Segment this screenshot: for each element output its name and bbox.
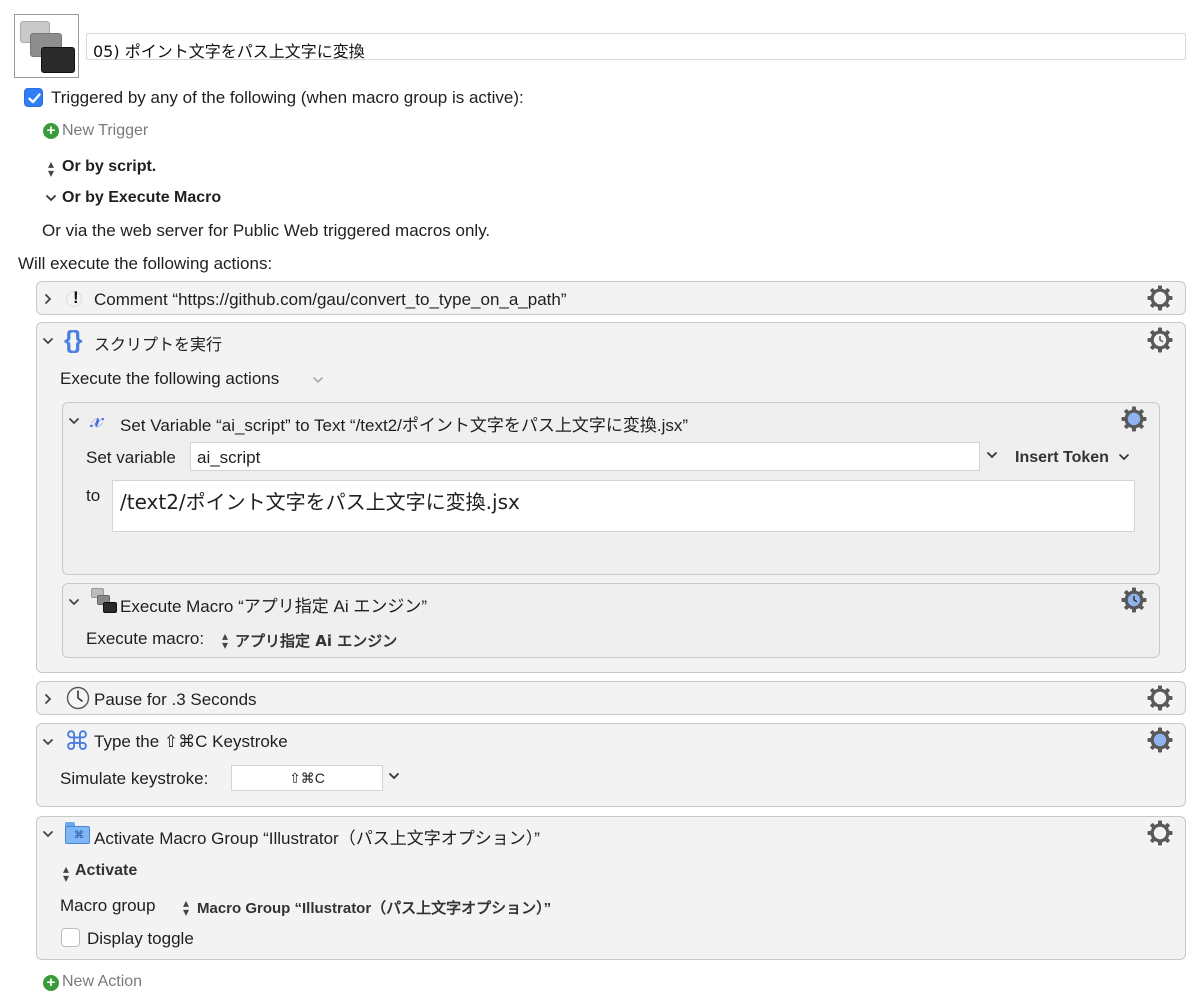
updown-icon[interactable]: ▴ ▾ xyxy=(180,897,192,918)
chevron-down-icon[interactable] xyxy=(41,735,55,749)
macro-icon[interactable] xyxy=(14,14,79,78)
activate-mode-select[interactable]: Activate xyxy=(75,862,137,880)
actions-heading: Will execute the following actions: xyxy=(18,254,273,273)
triggered-label: Triggered by any of the following (when … xyxy=(51,88,524,107)
display-toggle-label: Display toggle xyxy=(87,929,194,948)
chevron-down-icon[interactable] xyxy=(387,771,401,783)
variable-x-icon: 𝓍 xyxy=(90,404,103,434)
gear-clock-icon[interactable] xyxy=(1147,327,1173,353)
pause-title: Pause for .3 Seconds xyxy=(94,690,257,709)
chevron-right-icon[interactable] xyxy=(41,292,55,306)
new-trigger-button[interactable]: New Trigger xyxy=(62,122,148,140)
updown-icon[interactable]: ▴ ▾ xyxy=(45,158,57,179)
triggered-checkbox[interactable] xyxy=(24,88,43,107)
execute-macro-icon xyxy=(91,588,117,614)
gear-icon[interactable] xyxy=(1147,685,1173,711)
text-value-area[interactable]: /text2/ポイント文字をパス上文字に変換.jsx xyxy=(112,480,1135,532)
execute-macro-label: Execute macro: xyxy=(86,629,205,648)
chevron-down-icon[interactable] xyxy=(985,450,999,462)
macro-name-input[interactable]: 05) ポイント文字をパス上文字に変換 xyxy=(86,33,1186,61)
chevron-down-icon[interactable] xyxy=(41,827,55,841)
new-action-button[interactable]: New Action xyxy=(62,973,142,991)
chevron-down-icon[interactable] xyxy=(41,334,55,348)
activate-group-title: Activate Macro Group “Illustrator（パス上文字オ… xyxy=(94,829,540,848)
execute-macro-title: Execute Macro “アプリ指定 Ai エンジン” xyxy=(120,597,427,616)
gear-clock-icon[interactable] xyxy=(1121,587,1147,613)
or-by-script-toggle[interactable]: Or by script. xyxy=(62,158,156,176)
display-toggle-checkbox[interactable] xyxy=(61,928,80,947)
chevron-down-icon[interactable] xyxy=(44,191,58,205)
to-label: to xyxy=(86,486,101,505)
checkmark-icon xyxy=(28,93,41,104)
variable-name-input[interactable]: ai_script xyxy=(190,442,980,471)
chevron-right-icon[interactable] xyxy=(41,692,55,706)
macro-group-folder-icon: ⌘ xyxy=(65,822,90,844)
script-title: スクリプトを実行 xyxy=(94,335,223,354)
gear-icon[interactable] xyxy=(1147,727,1173,753)
curly-braces-icon: {} xyxy=(64,326,82,354)
gear-icon[interactable] xyxy=(1121,406,1147,432)
updown-icon[interactable]: ▴ ▾ xyxy=(60,863,72,884)
gear-icon[interactable] xyxy=(1147,285,1173,311)
new-action-plus-icon[interactable]: + xyxy=(43,975,59,991)
execute-following-label: Execute the following actions xyxy=(60,369,280,388)
updown-icon[interactable]: ▴ ▾ xyxy=(219,630,231,651)
chevron-down-icon[interactable] xyxy=(67,414,81,428)
keystroke-title: Type the ⇧⌘C Keystroke xyxy=(94,732,288,751)
keystroke-field[interactable]: ⇧⌘C xyxy=(231,765,383,791)
simulate-keystroke-label: Simulate keystroke: xyxy=(60,769,209,788)
gear-icon[interactable] xyxy=(1147,820,1173,846)
execute-macro-select[interactable]: アプリ指定 Ai エンジン xyxy=(235,630,397,651)
set-variable-title: Set Variable “ai_script” to Text “/text2… xyxy=(120,416,689,435)
web-server-note: Or via the web server for Public Web tri… xyxy=(42,221,491,240)
chevron-down-icon[interactable] xyxy=(67,595,81,609)
macro-group-label: Macro group xyxy=(60,896,156,915)
new-trigger-plus-icon[interactable]: + xyxy=(43,123,59,139)
chevron-down-icon[interactable] xyxy=(1118,452,1130,462)
comment-icon: ! xyxy=(66,288,88,309)
comment-title: Comment “https://github.com/gau/convert_… xyxy=(94,290,567,309)
macro-group-select[interactable]: Macro Group “Illustrator（パス上文字オプション）” xyxy=(197,897,551,918)
insert-token-button[interactable]: Insert Token xyxy=(1015,449,1109,467)
clock-icon xyxy=(66,686,90,710)
command-key-icon: ⌘ xyxy=(64,726,90,756)
set-variable-label: Set variable xyxy=(86,448,176,467)
chevron-down-icon[interactable] xyxy=(311,374,325,386)
or-by-execute-macro-toggle[interactable]: Or by Execute Macro xyxy=(62,189,221,207)
